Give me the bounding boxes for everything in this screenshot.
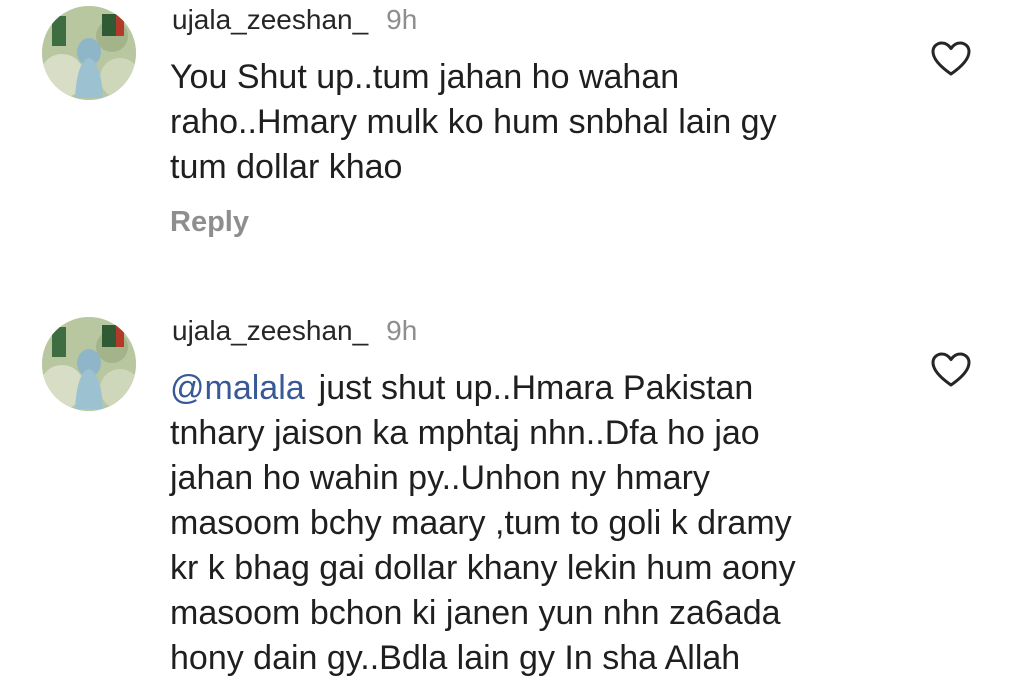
mention-link[interactable]: @malala [170, 369, 305, 407]
avatar[interactable] [42, 6, 136, 100]
comment-text-line: masoom bchy maary ,tum to goli k dramy [170, 504, 792, 542]
comment-meta: ujala_zeeshan_ 9h [172, 315, 417, 347]
username[interactable]: ujala_zeeshan_ [172, 315, 368, 346]
comment-text: @malala just shut up..Hmara Pakistan tnha… [170, 366, 890, 681]
avatar-image [42, 6, 136, 100]
avatar[interactable] [42, 317, 136, 411]
timestamp[interactable]: 9h [386, 4, 417, 35]
heart-outline-icon [931, 41, 971, 76]
reply-button[interactable]: Reply [170, 206, 249, 239]
comment-meta: ujala_zeeshan_ 9h [172, 4, 417, 36]
comment-text-line: hony dain gy..Bdla lain gy In sha Allah [170, 639, 741, 677]
comment-text-line: tum dollar khao [170, 148, 403, 186]
username[interactable]: ujala_zeeshan_ [172, 4, 368, 35]
comment-text-line: jahan ho wahin py..Unhon ny hmary [170, 459, 710, 497]
timestamp[interactable]: 9h [386, 315, 417, 346]
like-button[interactable] [930, 40, 972, 78]
comment-text-line: kr k bhag gai dollar khany lekin hum aon… [170, 549, 796, 587]
comment-text-line: You Shut up..tum jahan ho wahan [170, 58, 680, 96]
comment-text-line: raho..Hmary mulk ko hum snbhal lain gy [170, 103, 777, 141]
heart-outline-icon [931, 352, 971, 387]
comment-text: You Shut up..tum jahan ho wahan raho..Hm… [170, 55, 890, 190]
comment-text-fragment: just shut up..Hmara Pakistan [318, 369, 754, 407]
like-button[interactable] [930, 351, 972, 389]
avatar-image [42, 317, 136, 411]
comment-text-line: tnhary jaison ka mphtaj nhn..Dfa ho jao [170, 414, 760, 452]
comment-text-line: @malala just shut up..Hmara Pakistan [170, 366, 890, 411]
comment-text-line: masoom bchon ki janen yun nhn za6ada [170, 594, 781, 632]
